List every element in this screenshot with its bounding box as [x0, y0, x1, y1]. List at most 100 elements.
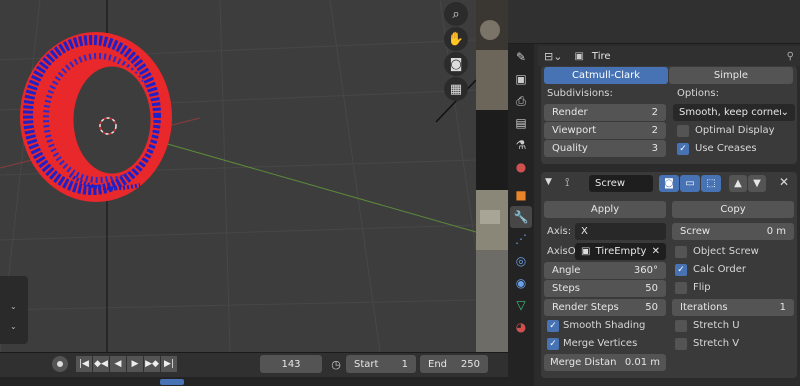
world-icon[interactable]: ●	[510, 156, 532, 178]
grid-icon[interactable]: ▦	[444, 77, 468, 101]
next-keyframe-icon[interactable]: ▶◆	[144, 356, 160, 372]
material-icon[interactable]: ◕	[510, 316, 532, 338]
close-icon[interactable]: ✕	[779, 175, 789, 189]
optimal-display-label: Optimal Display	[695, 125, 775, 136]
tab-simple[interactable]: Simple	[669, 67, 793, 84]
prev-keyframe-icon[interactable]: ◆◀	[93, 356, 109, 372]
properties-tabs: ✎ ▣ ⎙ ▤ ⚗ ● ■ 🔧 ⋰ ◎ ◉ ▽ ◕	[508, 44, 534, 386]
screw-offset-value: 0 m	[766, 226, 786, 237]
viewport-levels-field[interactable]: Viewport 2	[544, 122, 666, 139]
iterations-field[interactable]: Iterations 1	[672, 299, 794, 316]
properties-header: ⊟⌄ ▣ Tire ⚲	[538, 46, 800, 66]
optimal-display-checkbox[interactable]	[677, 125, 689, 137]
object-name: Tire	[591, 50, 611, 62]
jump-end-icon[interactable]: ▶|	[161, 356, 177, 372]
axis-label: Axis:	[547, 226, 572, 237]
chevron-down-icon[interactable]: ⌄	[10, 322, 17, 331]
scene-icon[interactable]: ⚗	[510, 134, 532, 156]
particles-icon[interactable]: ⋰	[510, 228, 532, 250]
flip-label: Flip	[693, 282, 711, 293]
collapse-toggle-icon[interactable]: ▼	[545, 177, 552, 187]
object-screw-checkbox[interactable]	[675, 246, 687, 258]
timeline-scrubber[interactable]	[0, 377, 508, 386]
playhead-marker[interactable]	[160, 379, 184, 385]
axis-object-value: TireEmpty	[595, 246, 647, 257]
merge-distance-field[interactable]: Merge Distan 0.01 m	[544, 354, 666, 371]
sidebar-panel-fragment[interactable]: ⌄ ⌄	[0, 276, 28, 344]
pin-icon[interactable]: ⚲	[787, 51, 794, 62]
object-screw-label: Object Screw	[693, 246, 759, 257]
angle-value: 360°	[633, 265, 658, 276]
wrench-modifier-icon[interactable]: 🔧	[510, 206, 532, 228]
tab-catmull-clark[interactable]: Catmull-Clark	[544, 67, 668, 84]
stretch-v-checkbox[interactable]	[675, 338, 687, 350]
flip-checkbox[interactable]	[675, 282, 687, 294]
stopwatch-icon[interactable]: ◷	[328, 355, 344, 373]
tool-icon[interactable]: ✎	[510, 46, 532, 68]
current-frame-field[interactable]: 143	[260, 355, 322, 373]
camera-render-toggle-icon[interactable]: ◙	[659, 175, 679, 192]
play-icon[interactable]: ▶	[127, 356, 143, 372]
record-button[interactable]	[52, 356, 68, 372]
stretch-u-label: Stretch U	[693, 320, 740, 331]
start-label: Start	[354, 358, 379, 370]
chevron-down-icon[interactable]: ⌄	[10, 302, 17, 311]
edit-mode-toggle-icon[interactable]: ⬚	[701, 175, 721, 192]
move-up-icon[interactable]: ▲	[729, 175, 747, 192]
output-icon[interactable]: ⎙	[510, 90, 532, 112]
end-frame-field[interactable]: End 250	[420, 355, 488, 373]
stretch-v-label: Stretch V	[693, 338, 740, 349]
3d-viewport[interactable]: ⌕ ✋ ◙ ▦ ⌄ ⌄	[0, 0, 476, 352]
object-icon: ▣	[574, 50, 584, 62]
hand-pan-icon[interactable]: ✋	[444, 27, 468, 51]
stretch-u-checkbox[interactable]	[675, 320, 687, 332]
calc-order-label: Calc Order	[693, 264, 746, 275]
use-creases-checkbox[interactable]: ✓	[677, 143, 689, 155]
render-steps-label: Render Steps	[552, 302, 619, 313]
iterations-value: 1	[779, 302, 786, 313]
play-reverse-icon[interactable]: ◀	[110, 356, 126, 372]
object-icon[interactable]: ■	[510, 184, 532, 206]
modifier-name-field[interactable]: Screw	[589, 175, 653, 192]
quality-field[interactable]: Quality 3	[544, 140, 666, 157]
camera-icon[interactable]: ◙	[444, 52, 468, 76]
object-data-icon[interactable]: ▽	[510, 294, 532, 316]
axis-object-label: AxisO	[547, 246, 576, 257]
axis-dropdown[interactable]: X	[575, 223, 666, 240]
copy-button[interactable]: Copy	[672, 201, 794, 218]
jump-start-icon[interactable]: |◀	[76, 356, 92, 372]
render-levels-label: Render	[552, 107, 588, 118]
playback-controls: |◀ ◆◀ ◀ ▶ ▶◆ ▶|	[76, 356, 177, 372]
steps-field[interactable]: Steps 50	[544, 280, 666, 297]
iterations-label: Iterations	[680, 302, 728, 313]
render-levels-field[interactable]: Render 2	[544, 104, 666, 121]
end-label: End	[428, 358, 448, 370]
steps-label: Steps	[552, 283, 580, 294]
angle-field[interactable]: Angle 360°	[544, 262, 666, 279]
editor-type-icon[interactable]: ⊟⌄	[544, 50, 562, 63]
physics-icon[interactable]: ◎	[510, 250, 532, 272]
axis-object-field[interactable]: ▣ TireEmpty ✕	[575, 243, 666, 260]
end-value: 250	[460, 358, 480, 370]
merge-vertices-label: Merge Vertices	[563, 338, 638, 349]
merge-vertices-checkbox[interactable]: ✓	[547, 338, 559, 350]
viewport-levels-label: Viewport	[552, 125, 597, 136]
render-icon[interactable]: ▣	[510, 68, 532, 90]
uv-smooth-dropdown[interactable]: Smooth, keep corners ⌄	[673, 104, 795, 121]
uv-smooth-value: Smooth, keep corners	[679, 107, 781, 118]
screw-offset-field[interactable]: Screw 0 m	[672, 223, 794, 240]
zoom-icon[interactable]: ⌕	[444, 2, 468, 26]
apply-button[interactable]: Apply	[544, 201, 666, 218]
clear-icon[interactable]: ✕	[652, 246, 660, 257]
record-icon	[57, 361, 63, 367]
view-layer-icon[interactable]: ▤	[510, 112, 532, 134]
viewport-scene	[0, 0, 476, 352]
constraints-icon[interactable]: ◉	[510, 272, 532, 294]
start-frame-field[interactable]: Start 1	[346, 355, 416, 373]
smooth-shading-checkbox[interactable]: ✓	[547, 320, 559, 332]
calc-order-checkbox[interactable]: ✓	[675, 264, 687, 276]
use-creases-label: Use Creases	[695, 143, 757, 154]
move-down-icon[interactable]: ▼	[748, 175, 766, 192]
render-steps-field[interactable]: Render Steps 50	[544, 299, 666, 316]
viewport-display-toggle-icon[interactable]: ▭	[680, 175, 700, 192]
